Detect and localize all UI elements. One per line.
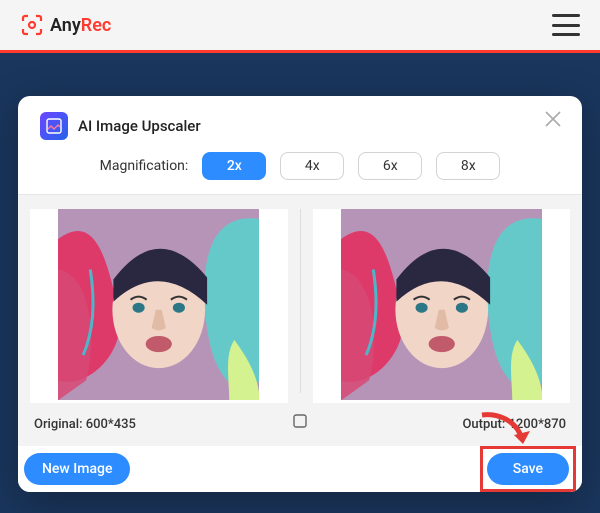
save-button[interactable]: Save [487, 453, 569, 485]
app-icon [40, 112, 68, 140]
new-image-button[interactable]: New Image [24, 453, 130, 485]
sync-compare-icon[interactable] [292, 413, 308, 429]
upscaler-modal: AI Image Upscaler Magnification: 2x 4x 6… [18, 96, 582, 492]
brand-logo[interactable]: AnyRec [20, 13, 111, 37]
mag-option-6x[interactable]: 6x [358, 152, 422, 180]
meta-bar: Original: 600*435 Output: 1200*870 [18, 407, 582, 446]
mag-option-2x[interactable]: 2x [202, 152, 266, 180]
magnification-label: Magnification: [100, 158, 189, 174]
mag-option-4x[interactable]: 4x [280, 152, 344, 180]
output-meta: Output: 1200*870 [300, 411, 582, 438]
output-image [313, 209, 571, 403]
menu-icon[interactable] [552, 14, 580, 36]
image-compare [18, 194, 582, 407]
modal-footer: New Image Save [18, 446, 582, 492]
modal-title: AI Image Upscaler [78, 117, 201, 135]
site-topbar: AnyRec [0, 0, 600, 50]
camera-focus-icon [20, 13, 44, 37]
modal-header: AI Image Upscaler [18, 96, 582, 150]
brand-text: AnyRec [50, 15, 111, 36]
magnification-row: Magnification: 2x 4x 6x 8x [18, 150, 582, 194]
original-meta: Original: 600*435 [18, 411, 300, 438]
output-panel [301, 195, 583, 407]
close-button[interactable] [544, 110, 562, 128]
original-image [30, 209, 288, 403]
save-highlight-annotation: Save [480, 446, 576, 492]
mag-option-8x[interactable]: 8x [436, 152, 500, 180]
original-panel [18, 195, 300, 407]
